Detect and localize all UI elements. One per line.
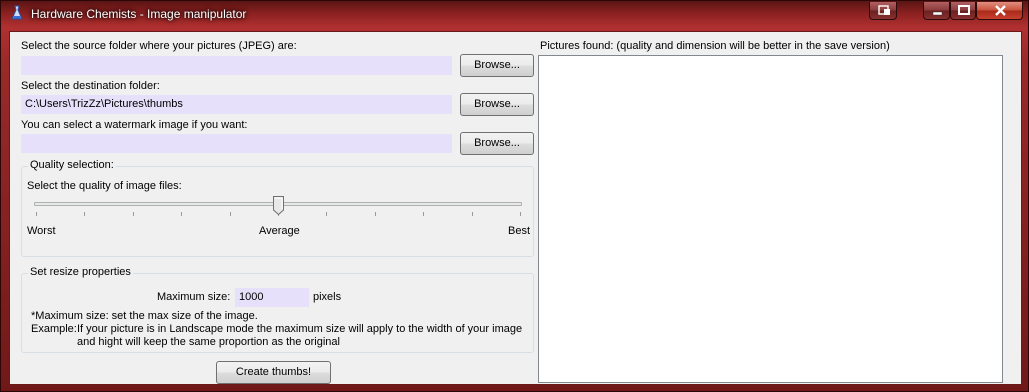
quality-average-label: Average xyxy=(259,225,300,237)
quality-label: Select the quality of image files: xyxy=(27,180,182,192)
example-line-1: If your picture is in Landscape mode the… xyxy=(77,323,523,335)
slider-tick xyxy=(36,212,37,216)
max-size-input[interactable]: 1000 xyxy=(235,288,309,307)
quality-legend: Quality selection: xyxy=(28,159,116,171)
pictures-found-label: Pictures found: (quality and dimension w… xyxy=(540,40,890,52)
maximize-button[interactable] xyxy=(950,2,976,20)
minimize-button[interactable] xyxy=(923,2,950,20)
close-button[interactable] xyxy=(976,2,1023,20)
minimize-icon xyxy=(932,11,943,16)
slider-tick xyxy=(84,212,85,216)
slider-tick xyxy=(230,212,231,216)
slider-tick xyxy=(326,212,327,216)
quality-slider[interactable] xyxy=(22,193,533,223)
slider-tick xyxy=(472,212,473,216)
destination-browse-button[interactable]: Browse... xyxy=(460,93,534,116)
slider-tick xyxy=(375,212,376,216)
create-thumbs-button[interactable]: Create thumbs! xyxy=(216,361,331,384)
slider-tick xyxy=(423,212,424,216)
title-bar[interactable]: Hardware Chemists - Image manipulator xyxy=(1,1,1029,27)
app-flask-icon xyxy=(11,5,23,20)
resize-legend: Set resize properties xyxy=(28,266,133,278)
app-window: Hardware Chemists - Image manipulator Se… xyxy=(0,0,1029,392)
watermark-field[interactable] xyxy=(21,134,452,153)
example-line-2: and hight will keep the same proportion … xyxy=(77,336,340,348)
watermark-browse-button[interactable]: Browse... xyxy=(460,132,534,155)
pixels-unit-label: pixels xyxy=(313,291,342,303)
source-browse-button[interactable]: Browse... xyxy=(460,54,534,77)
client-area: Select the source folder where your pict… xyxy=(9,31,1022,385)
quality-group: Quality selection: Select the quality of… xyxy=(21,159,534,257)
quality-best-label: Best xyxy=(508,225,531,237)
source-folder-field[interactable] xyxy=(21,56,452,75)
pictures-preview-panel[interactable] xyxy=(538,55,1003,383)
quality-worst-label: Worst xyxy=(27,225,56,237)
slider-tick xyxy=(181,212,182,216)
window-switch-button[interactable] xyxy=(869,2,897,20)
slider-thumb[interactable] xyxy=(273,196,284,215)
window-switch-icon xyxy=(878,5,890,15)
close-icon xyxy=(995,5,1006,16)
slider-tick xyxy=(133,212,134,216)
destination-folder-field[interactable]: C:\Users\TrizZz\Pictures\thumbs xyxy=(21,95,452,114)
source-folder-label: Select the source folder where your pict… xyxy=(21,40,297,52)
max-size-label: Maximum size: xyxy=(157,291,231,303)
max-size-note: *Maximum size: set the max size of the i… xyxy=(31,310,258,322)
watermark-label: You can select a watermark image if you … xyxy=(21,119,248,131)
maximize-icon xyxy=(958,5,970,15)
resize-group: Set resize properties Maximum size: 1000… xyxy=(21,266,534,353)
window-title: Hardware Chemists - Image manipulator xyxy=(31,7,247,21)
destination-folder-label: Select the destination folder: xyxy=(21,80,160,92)
slider-tick xyxy=(520,212,521,216)
example-prefix: Example: xyxy=(31,323,77,335)
